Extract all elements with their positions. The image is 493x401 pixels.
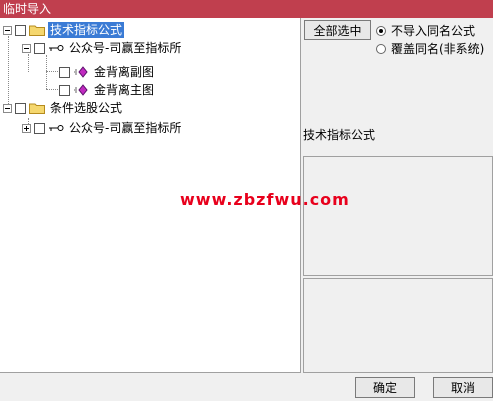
- radio-no-import[interactable]: 不导入同名公式: [376, 22, 475, 39]
- tree-checkbox[interactable]: [34, 122, 45, 134]
- tree-item-label: 公众号-司赢至指标所: [69, 41, 182, 55]
- radio-selected-icon[interactable]: [376, 25, 386, 36]
- tree-item-label: 金背离主图: [94, 83, 155, 97]
- watermark-text: www.zbzfwu.com: [180, 190, 350, 209]
- detail-panel: [303, 278, 493, 373]
- key-icon: [49, 45, 64, 51]
- folder-icon: [29, 103, 45, 114]
- description-panel: [303, 156, 493, 276]
- tree-item-author-tech[interactable]: 公众号-司赢至指标所: [22, 39, 183, 57]
- tree-checkbox[interactable]: [15, 24, 26, 36]
- formula-gem-icon: [74, 84, 88, 96]
- folder-icon: [29, 25, 45, 36]
- tree-item-tech-formulas[interactable]: 技术指标公式: [3, 21, 125, 39]
- select-all-button[interactable]: 全部选中: [304, 20, 371, 40]
- tree-item-author-screening[interactable]: 公众号-司赢至指标所: [22, 119, 183, 137]
- tree-item-divergence-main[interactable]: 金背离主图: [59, 81, 156, 99]
- key-icon: [49, 125, 64, 131]
- radio-unselected-icon[interactable]: [376, 43, 386, 54]
- tree-checkbox[interactable]: [59, 84, 70, 96]
- collapse-toggle-icon[interactable]: [3, 25, 12, 35]
- window-title: 临时导入: [0, 0, 493, 18]
- tree-item-label: 公众号-司赢至指标所: [69, 121, 182, 135]
- radio-label: 不导入同名公式: [391, 24, 476, 38]
- expand-toggle-icon[interactable]: [22, 123, 31, 133]
- cancel-button[interactable]: 取消: [433, 377, 493, 398]
- tree-item-label: 技术指标公式: [48, 22, 125, 38]
- tree-checkbox[interactable]: [15, 102, 26, 114]
- collapse-toggle-icon[interactable]: [22, 43, 31, 53]
- tree-item-divergence-sub[interactable]: 金背离副图: [59, 63, 156, 81]
- tree-item-screening-formulas[interactable]: 条件选股公式: [3, 99, 124, 117]
- tree-item-label: 条件选股公式: [50, 101, 123, 115]
- tree-checkbox[interactable]: [59, 66, 70, 78]
- tree-connector: [46, 71, 58, 72]
- tree-connector: [8, 36, 9, 108]
- collapse-toggle-icon[interactable]: [3, 103, 12, 113]
- tree-connector: [46, 89, 58, 90]
- tree-connector: [46, 55, 47, 89]
- ok-button[interactable]: 确定: [355, 377, 415, 398]
- tree-checkbox[interactable]: [34, 42, 45, 54]
- radio-label: 覆盖同名(非系统): [391, 42, 485, 56]
- section-label: 技术指标公式: [303, 128, 376, 142]
- tree-item-label: 金背离副图: [94, 65, 155, 79]
- radio-overwrite[interactable]: 覆盖同名(非系统): [376, 40, 484, 57]
- formula-gem-icon: [74, 66, 88, 78]
